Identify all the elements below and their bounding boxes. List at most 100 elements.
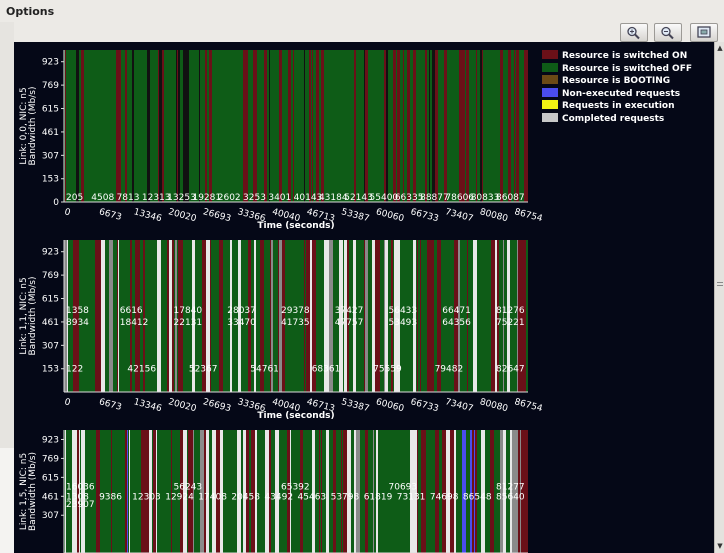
state-stripe: [364, 240, 365, 392]
state-stripe: [284, 240, 285, 392]
state-stripe: [417, 50, 420, 202]
zoom-out-icon: [661, 26, 674, 40]
scroll-down-arrow-icon[interactable]: ▼: [716, 542, 724, 550]
state-stripe: [259, 50, 261, 202]
state-stripe: [270, 50, 272, 202]
state-stripe: [486, 50, 489, 202]
value-label: 18412: [120, 318, 149, 328]
zoom-in-button[interactable]: [620, 23, 648, 42]
value-label: 70693: [389, 483, 418, 493]
x-tick-label: 26693: [202, 397, 232, 414]
value-label: 43492: [264, 492, 293, 502]
state-stripe: [131, 50, 132, 202]
state-stripe: [438, 50, 441, 202]
state-stripe: [339, 50, 341, 202]
state-stripe: [290, 50, 291, 202]
state-stripe: [313, 50, 314, 202]
value-label: 33470: [227, 318, 256, 328]
state-stripe: [503, 50, 504, 202]
state-stripe: [464, 240, 467, 392]
chart-panel-2: 153307461615769923Link: 1,1, NIC: n5 Band…: [19, 240, 544, 421]
fit-window-button[interactable]: [690, 23, 718, 42]
state-stripe: [305, 240, 306, 392]
state-stripe: [201, 50, 202, 202]
state-stripe: [516, 50, 519, 202]
state-stripe: [511, 50, 513, 202]
x-axis-label: Time (seconds): [257, 221, 334, 231]
x-tick-label: 80080: [479, 397, 510, 414]
state-stripe: [314, 50, 316, 202]
scroll-up-arrow-icon[interactable]: ▲: [716, 44, 724, 52]
value-label: 52367: [189, 365, 218, 375]
x-tick-label: 53387: [340, 207, 370, 224]
state-stripe: [118, 50, 121, 202]
value-label: 16036: [66, 483, 95, 493]
state-stripe: [110, 50, 113, 202]
value-label: 23907: [66, 500, 95, 510]
state-stripe: [447, 50, 450, 202]
legend-item-on: Resource is switched ON: [542, 50, 687, 61]
state-stripe: [469, 50, 470, 202]
zoom-out-button[interactable]: [654, 23, 682, 42]
state-stripe: [238, 240, 241, 392]
value-label: 42156: [127, 365, 156, 375]
chart-panel-3: 307461615769923Link: 1,5, NIC: n5 Bandwid…: [19, 430, 528, 553]
state-stripe: [96, 430, 97, 553]
state-stripe: [420, 50, 422, 202]
legend-label-off: Resource is switched OFF: [562, 64, 692, 74]
value-label: 75221: [496, 318, 525, 328]
vertical-scrollbar[interactable]: ▲ ▼: [714, 42, 724, 553]
state-stripe: [183, 50, 186, 202]
state-stripe: [147, 50, 150, 202]
state-stripe: [227, 430, 229, 553]
state-stripe: [285, 240, 287, 392]
value-label: 73131: [397, 492, 426, 502]
state-stripe: [429, 50, 430, 202]
state-stripe: [292, 240, 296, 392]
state-stripe: [261, 50, 264, 202]
state-stripe: [480, 50, 482, 202]
state-stripe: [171, 240, 172, 392]
y-tick-label: 461: [42, 492, 59, 502]
state-stripe: [129, 430, 130, 553]
value-label: 205: [66, 193, 83, 203]
state-stripe: [152, 50, 153, 202]
state-stripe: [101, 50, 104, 202]
x-tick-label: 80080: [479, 207, 510, 224]
menu-options[interactable]: Options: [6, 5, 54, 18]
state-stripe: [276, 50, 279, 202]
state-stripe: [425, 50, 427, 202]
state-stripe: [272, 50, 273, 202]
y-tick-label: 615: [42, 473, 59, 483]
state-stripe: [346, 50, 349, 202]
state-stripe: [124, 430, 125, 553]
state-stripe: [282, 50, 285, 202]
state-stripe: [127, 50, 129, 202]
legend-swatch-on: [542, 50, 558, 59]
x-tick-label: 60060: [375, 207, 406, 224]
state-stripe: [388, 50, 391, 202]
state-stripe: [349, 50, 351, 202]
state-stripe: [70, 50, 73, 202]
y-tick-label: 615: [42, 295, 59, 305]
state-stripe: [418, 240, 420, 392]
state-stripe: [407, 50, 408, 202]
state-stripe: [375, 50, 378, 202]
state-stripe: [279, 50, 282, 202]
state-stripe: [321, 50, 322, 202]
state-stripe: [363, 240, 364, 392]
state-stripe: [356, 240, 360, 392]
state-stripe: [230, 240, 232, 392]
state-stripe: [459, 50, 462, 202]
value-label: 47757: [335, 318, 364, 328]
x-tick-label: 53387: [340, 397, 370, 414]
x-tick-label: 86754: [513, 207, 544, 224]
scroll-grip[interactable]: [717, 282, 723, 286]
legend-label-booting: Resource is BOOTING: [562, 76, 670, 86]
state-stripe: [268, 50, 269, 202]
state-stripe: [492, 50, 494, 202]
state-stripe: [484, 240, 488, 392]
state-stripe: [177, 240, 178, 392]
state-stripe: [290, 240, 292, 392]
state-stripe: [420, 240, 421, 392]
